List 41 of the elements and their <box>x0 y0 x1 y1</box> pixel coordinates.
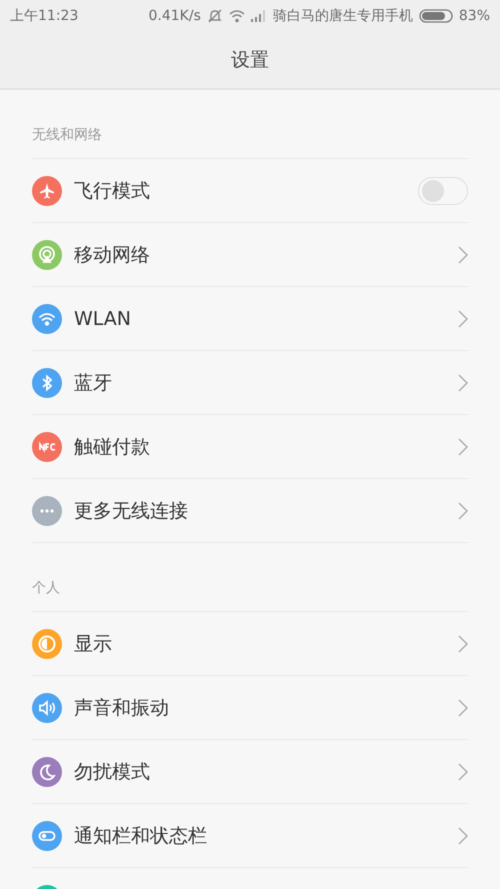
item-label: 飞行模式 <box>74 178 151 204</box>
status-time: 上午11:23 <box>10 7 78 25</box>
item-label: 触碰付款 <box>74 434 151 460</box>
settings-item[interactable]: 勿扰模式 <box>32 740 468 804</box>
network-speed: 0.41K/s <box>148 8 201 24</box>
toggle-switch[interactable] <box>418 176 468 204</box>
chevron-icon <box>458 698 468 716</box>
item-label: 更多无线连接 <box>74 498 189 524</box>
item-label: WLAN <box>74 308 132 330</box>
chevron-icon <box>458 310 468 328</box>
chevron-icon <box>458 438 468 456</box>
item-label: 显示 <box>74 632 113 656</box>
settings-item[interactable]: 更多无线连接 <box>32 479 468 543</box>
item-label: 声音和振动 <box>74 696 170 720</box>
carrier-name: 骑白马的唐生专用手机 <box>272 7 413 25</box>
page-title: 设置 <box>230 48 270 73</box>
settings-item[interactable]: 声音和振动 <box>32 676 468 740</box>
settings-item[interactable]: 显示 <box>32 612 468 676</box>
item-label: 移动网络 <box>74 242 151 268</box>
settings-item[interactable]: 通知栏和状态栏 <box>32 804 468 868</box>
chevron-icon <box>458 502 468 520</box>
settings-item[interactable]: 触碰付款 <box>32 415 468 479</box>
item-label: 通知栏和状态栏 <box>74 824 208 848</box>
section-header: 个人 <box>32 543 468 612</box>
signal-icon <box>250 10 267 22</box>
chevron-icon <box>458 374 468 392</box>
battery-percent: 83% <box>458 8 490 24</box>
wifi-icon <box>228 9 245 23</box>
section-header: 无线和网络 <box>32 90 468 159</box>
chevron-icon <box>458 246 468 264</box>
settings-item[interactable]: 飞行模式 <box>32 159 468 223</box>
settings-item[interactable]: 移动网络 <box>32 223 468 287</box>
battery-icon <box>418 9 453 23</box>
item-label: 蓝牙 <box>74 370 113 396</box>
settings-item[interactable]: WLAN <box>32 287 468 351</box>
bell-muted-icon <box>206 8 223 24</box>
chevron-icon <box>458 634 468 652</box>
chevron-icon <box>458 826 468 844</box>
settings-item[interactable]: 蓝牙 <box>32 351 468 415</box>
item-label: 勿扰模式 <box>74 760 151 784</box>
chevron-icon <box>458 762 468 780</box>
